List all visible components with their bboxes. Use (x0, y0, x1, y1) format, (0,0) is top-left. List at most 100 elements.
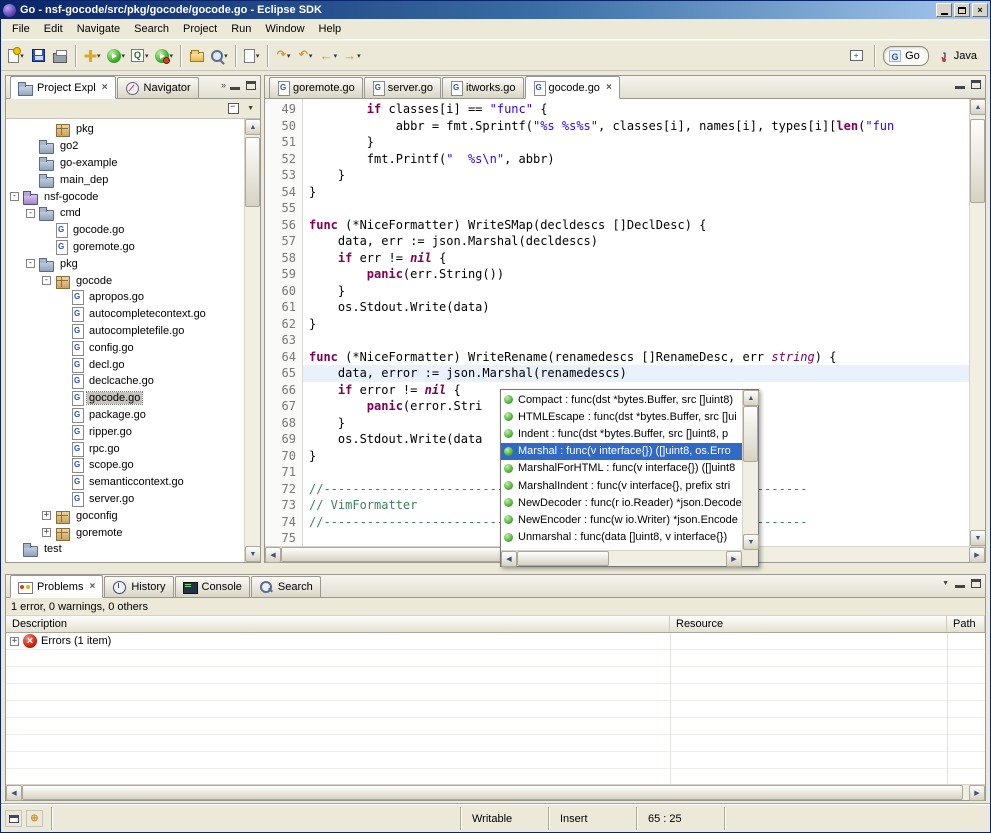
autocomplete-item[interactable]: Marshal : func(v interface{}) ([]uint8, … (501, 443, 742, 460)
autocomplete-hscrollbar[interactable]: ◀ ▶ (501, 550, 742, 566)
plus-expander-icon[interactable]: + (42, 511, 51, 520)
tree-item-autocompletecontext-go[interactable]: autocompletecontext.go (6, 306, 244, 323)
scroll-left-icon[interactable]: ◀ (501, 551, 517, 567)
coverage-button[interactable]: Q▾ (128, 44, 152, 68)
code-line[interactable]: data, err := json.Marshal(decldescs) (303, 233, 969, 250)
tree-item-server-go[interactable]: server.go (6, 491, 244, 508)
autocomplete-vscrollbar[interactable]: ▲ ▼ (742, 390, 758, 550)
problems-minimize-icon[interactable] (955, 579, 965, 588)
previous-annotation-button[interactable]: ↶▾ (295, 44, 317, 68)
problems-tab-history[interactable]: History (104, 576, 173, 597)
editor-tab-itworks-go[interactable]: itworks.go (442, 77, 524, 98)
column-header-description[interactable]: Description (6, 616, 670, 632)
tree-item-ripper-go[interactable]: ripper.go (6, 423, 244, 440)
autocomplete-vscrollbar-thumb[interactable] (743, 406, 758, 462)
minimize-button[interactable] (936, 3, 952, 17)
back-button[interactable]: ←▾ (317, 44, 341, 68)
explorer-tab-overflow-icon[interactable]: » (221, 80, 224, 90)
editor-vscrollbar-thumb[interactable] (970, 119, 985, 203)
problems-maximize-icon[interactable] (971, 579, 981, 588)
explorer-view-menu-icon[interactable]: ▼ (247, 105, 254, 112)
problems-hscrollbar-thumb[interactable] (22, 785, 963, 800)
problems-view-menu-icon[interactable]: ▼ (942, 580, 949, 587)
next-annotation-dropdown-icon[interactable]: ▾ (287, 52, 291, 60)
autocomplete-item[interactable]: Unmarshal : func(data []uint8, v interfa… (501, 529, 742, 546)
code-line[interactable] (303, 332, 969, 349)
tree-item-test[interactable]: test (6, 541, 244, 558)
editor-minimize-icon[interactable] (955, 80, 965, 89)
autocomplete-hscrollbar-thumb[interactable] (517, 551, 609, 566)
code-line[interactable]: } (303, 167, 969, 184)
minus-expander-icon[interactable]: - (42, 276, 51, 285)
scroll-left-icon[interactable]: ◀ (265, 547, 281, 563)
menu-help[interactable]: Help (312, 20, 349, 38)
menu-edit[interactable]: Edit (37, 20, 70, 38)
tree-item-apropos-go[interactable]: apropos.go (6, 289, 244, 306)
tree-item-go2[interactable]: go2 (6, 138, 244, 155)
tree-scrollbar-thumb[interactable] (245, 137, 260, 207)
tree-item-package-go[interactable]: package.go (6, 407, 244, 424)
new-dropdown-icon[interactable]: ▾ (20, 52, 24, 60)
open-resource-button[interactable] (186, 44, 208, 68)
previous-annotation-dropdown-icon[interactable]: ▾ (309, 52, 313, 60)
code-line[interactable]: data, error := json.Marshal(renamedescs) (303, 365, 969, 382)
new-element-button[interactable]: ▾ (241, 44, 263, 68)
column-header-path[interactable]: Path (947, 616, 985, 632)
close-tab-icon[interactable]: × (606, 83, 612, 93)
code-line[interactable] (303, 200, 969, 217)
code-line[interactable]: fmt.Printf(" %s\n", abbr) (303, 151, 969, 168)
tree-item-nsf-gocode[interactable]: -nsf-gocode (6, 188, 244, 205)
tree-item-decl-go[interactable]: decl.go (6, 356, 244, 373)
menu-run[interactable]: Run (224, 20, 258, 38)
coverage-dropdown-icon[interactable]: ▾ (145, 52, 149, 60)
autocomplete-item[interactable]: HTMLEscape : func(dst *bytes.Buffer, src… (501, 408, 742, 425)
editor-vscrollbar[interactable]: ▲ ▼ (969, 99, 985, 546)
minus-expander-icon[interactable]: - (10, 192, 19, 201)
title-bar[interactable]: Go - nsf-gocode/src/pkg/gocode/gocode.go… (1, 1, 990, 19)
code-line[interactable]: } (303, 283, 969, 300)
scroll-down-icon[interactable]: ▼ (970, 530, 985, 546)
problems-tab-problems[interactable]: Problems× (10, 575, 103, 598)
tree-item-pkg[interactable]: -pkg (6, 255, 244, 272)
menu-window[interactable]: Window (258, 20, 311, 38)
run-button[interactable]: ▾ (104, 44, 129, 68)
forward-dropdown-icon[interactable]: ▾ (357, 52, 361, 60)
problems-row-errors-1-item[interactable]: +Errors (1 item) (6, 633, 985, 650)
run-dropdown-icon[interactable]: ▾ (122, 52, 126, 60)
code-line[interactable]: } (303, 134, 969, 151)
external-tools-dropdown-icon[interactable]: ▾ (97, 52, 101, 60)
tree-item-go-example[interactable]: go-example (6, 155, 244, 172)
search-button[interactable]: ▾ (208, 44, 231, 68)
tree-scrollbar[interactable]: ▲ ▼ (244, 119, 260, 562)
scroll-up-icon[interactable]: ▲ (743, 390, 759, 406)
profile-button[interactable]: ▾ (152, 44, 177, 68)
tree-item-scope-go[interactable]: scope.go (6, 457, 244, 474)
scroll-right-icon[interactable]: ▶ (969, 547, 985, 563)
tree-item-cmd[interactable]: -cmd (6, 205, 244, 222)
editor-tab-gocode-go[interactable]: gocode.go× (525, 76, 620, 99)
editor-tab-goremote-go[interactable]: goremote.go (269, 77, 363, 98)
plus-expander-icon[interactable]: + (10, 637, 19, 646)
explorer-maximize-icon[interactable] (246, 81, 256, 90)
explorer-tab-project-expl[interactable]: Project Expl× (10, 76, 116, 99)
menu-search[interactable]: Search (127, 20, 176, 38)
code-line[interactable]: func (*NiceFormatter) WriteSMap(decldesc… (303, 217, 969, 234)
autocomplete-item[interactable]: NewDecoder : func(r io.Reader) *json.Dec… (501, 494, 742, 511)
forward-button[interactable]: →▾ (340, 44, 364, 68)
scroll-up-icon[interactable]: ▲ (970, 99, 985, 115)
tree-item-gocode[interactable]: -gocode (6, 272, 244, 289)
close-tab-icon[interactable]: × (89, 582, 95, 592)
fast-view-button[interactable] (5, 810, 22, 827)
autocomplete-item[interactable]: MarshalForHTML : func(v interface{}) ([]… (501, 460, 742, 477)
close-tab-icon[interactable]: × (102, 83, 108, 93)
maximize-button[interactable] (954, 3, 970, 17)
new-button[interactable]: ▾ (5, 44, 27, 68)
tree-item-semanticcontext-go[interactable]: semanticcontext.go (6, 474, 244, 491)
scroll-right-icon[interactable]: ▶ (726, 551, 742, 567)
tree-item-goconfig[interactable]: +goconfig (6, 507, 244, 524)
perspective-java-button[interactable]: J Java (932, 46, 986, 66)
tree-item-main-dep[interactable]: main_dep (6, 171, 244, 188)
explorer-minimize-icon[interactable] (230, 81, 240, 90)
menu-file[interactable]: File (5, 20, 37, 38)
minus-expander-icon[interactable]: - (26, 209, 35, 218)
